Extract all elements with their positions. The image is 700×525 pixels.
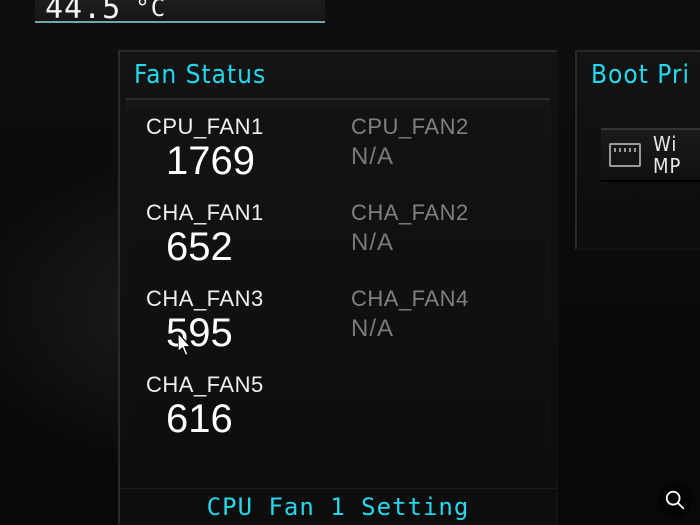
cpu-fan-1-setting-link[interactable]: CPU Fan 1 Setting — [120, 488, 556, 523]
fan-value: N/A — [351, 226, 538, 255]
magnify-button[interactable] — [658, 483, 692, 517]
fan-status-title: Fan Status — [120, 52, 556, 96]
boot-priority-panel: Boot Pri Wi MP — [575, 50, 700, 250]
fan-reading-cha_fan2: CHA_FAN2N/A — [343, 200, 538, 268]
boot-device-item[interactable]: Wi MP — [601, 128, 700, 182]
fan-label: CHA_FAN1 — [146, 200, 333, 226]
fan-value: 595 — [146, 312, 333, 354]
fan-value: N/A — [351, 140, 538, 169]
fan-label: CPU_FAN1 — [146, 114, 333, 140]
fan-reading-cha_fan5: CHA_FAN5616 — [138, 372, 333, 440]
magnifier-icon — [664, 489, 686, 511]
temperature-readout[interactable]: 44.5 °C — [35, 0, 325, 23]
boot-priority-title: Boot Pri — [577, 52, 700, 96]
fan-status-panel: Fan Status CPU_FAN11769CPU_FAN2N/ACHA_FA… — [118, 50, 558, 525]
temperature-value: 44.5 — [45, 0, 121, 26]
fan-reading-cpu_fan2: CPU_FAN2N/A — [343, 114, 538, 182]
fan-reading-cpu_fan1: CPU_FAN11769 — [138, 114, 333, 182]
fan-value: N/A — [351, 312, 538, 341]
fan-label: CPU_FAN2 — [351, 114, 538, 140]
fan-label: CHA_FAN3 — [146, 286, 333, 312]
fan-reading-cha_fan4: CHA_FAN4N/A — [343, 286, 538, 354]
fan-value: 652 — [146, 226, 333, 268]
fan-value: 1769 — [146, 140, 333, 182]
fan-label: CHA_FAN5 — [146, 372, 333, 398]
boot-device-icon — [609, 143, 641, 167]
fan-reading-cha_fan1: CHA_FAN1652 — [138, 200, 333, 268]
fan-label: CHA_FAN4 — [351, 286, 538, 312]
temperature-unit: °C — [135, 0, 166, 22]
fan-label: CHA_FAN2 — [351, 200, 538, 226]
fan-value: 616 — [146, 398, 333, 440]
fan-status-body: CPU_FAN11769CPU_FAN2N/ACHA_FAN1652CHA_FA… — [126, 98, 550, 444]
fan-reading-cha_fan3: CHA_FAN3595 — [138, 286, 333, 354]
boot-device-label: Wi MP — [653, 133, 681, 177]
